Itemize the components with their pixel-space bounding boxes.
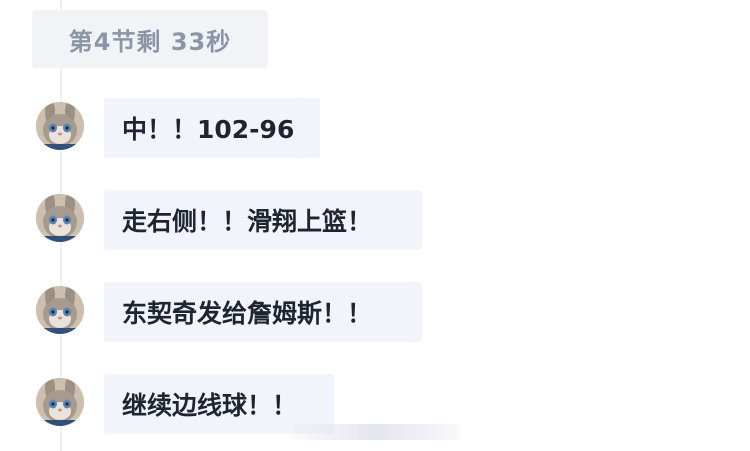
- message-row: 东契奇发给詹姆斯！！: [36, 282, 428, 342]
- judy-hopps-avatar-icon: [36, 194, 84, 242]
- message-row: 走右侧！！滑翔上篮！: [36, 190, 428, 250]
- message-row: 中！！102-96: [36, 98, 326, 158]
- avatar[interactable]: [36, 286, 84, 334]
- message-text: 东契奇发给詹姆斯！！: [122, 299, 373, 328]
- judy-hopps-avatar-icon: [36, 102, 84, 150]
- judy-hopps-avatar-icon: [36, 378, 84, 426]
- avatar[interactable]: [36, 378, 84, 426]
- message-text: 中！！102-96: [122, 115, 295, 144]
- message-text: 继续边线球！！: [122, 391, 298, 420]
- avatar[interactable]: [36, 102, 84, 150]
- watermark: [292, 424, 460, 440]
- message-bubble[interactable]: 走右侧！！滑翔上篮！: [104, 190, 422, 250]
- message-bubble[interactable]: 中！！102-96: [104, 98, 320, 158]
- message-text: 走右侧！！滑翔上篮！: [122, 207, 373, 236]
- avatar[interactable]: [36, 194, 84, 242]
- game-clock-label: 第4节剩 33秒: [68, 27, 232, 56]
- judy-hopps-avatar-icon: [36, 286, 84, 334]
- game-clock-chip: 第4节剩 33秒: [32, 10, 268, 68]
- message-bubble[interactable]: 东契奇发给詹姆斯！！: [104, 282, 422, 342]
